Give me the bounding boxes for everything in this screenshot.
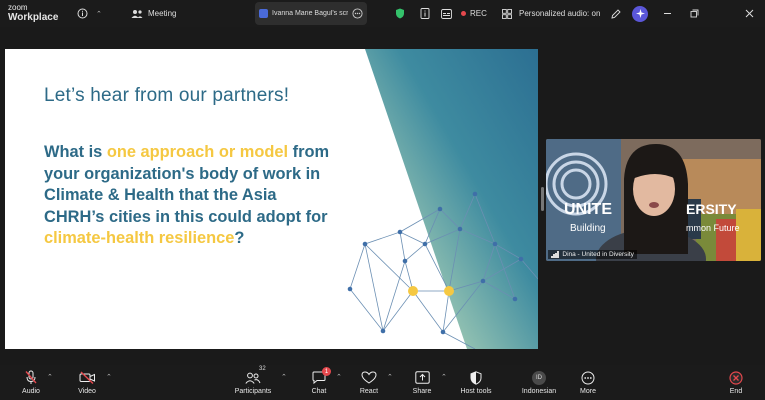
end-label: End bbox=[729, 388, 743, 395]
personalized-audio-toggle[interactable]: Personalized audio: on bbox=[502, 0, 600, 27]
language-icon-wrap: ID bbox=[532, 369, 546, 386]
recording-indicator[interactable]: REC bbox=[461, 0, 487, 27]
restore-icon bbox=[690, 9, 699, 18]
participant-name: Dina - United in Diversity bbox=[562, 251, 634, 258]
participants-count: 32 bbox=[259, 366, 266, 372]
security-button[interactable] bbox=[395, 0, 405, 27]
chat-badge: 1 bbox=[322, 367, 331, 376]
more-label: More bbox=[580, 388, 596, 395]
highlight-node bbox=[408, 286, 418, 296]
chat-icon: 1 bbox=[312, 367, 331, 386]
host-tools-button[interactable]: Host tools bbox=[451, 369, 501, 395]
audio-label: Audio bbox=[22, 388, 40, 395]
minimize-icon bbox=[663, 9, 672, 18]
grid-icon bbox=[502, 8, 512, 19]
participants-label: Participants bbox=[234, 388, 272, 395]
highlight-node bbox=[444, 286, 454, 296]
more-options-icon[interactable] bbox=[352, 8, 363, 19]
top-bar: zoom Workplace ⌃ Meeting Ivanna Marie Ba… bbox=[0, 0, 765, 27]
ai-companion-button[interactable] bbox=[632, 0, 648, 27]
meeting-details-button[interactable] bbox=[420, 0, 430, 27]
banner-text: UNITE bbox=[564, 201, 612, 218]
meeting-tab-label: Meeting bbox=[148, 9, 177, 18]
meeting-stage: Let’s hear from our partners! What is on… bbox=[0, 27, 765, 365]
banner-text: mmon Future bbox=[686, 223, 740, 233]
zoom-logo: zoom Workplace bbox=[8, 3, 58, 23]
panel-resize-handle[interactable] bbox=[541, 187, 544, 211]
video-options-caret[interactable]: ⌃ bbox=[106, 373, 112, 381]
video-frame: UNITE ERSITY Building mmon Future bbox=[546, 139, 761, 261]
meeting-toolbar: Audio ⌃ Video ⌃ 32 Participants ⌃ 1 Chat… bbox=[0, 365, 765, 400]
participant-video-tile[interactable]: UNITE ERSITY Building mmon Future Dina -… bbox=[546, 139, 761, 261]
language-label: Indonesian bbox=[521, 388, 557, 395]
rec-label: REC bbox=[470, 9, 487, 18]
end-button[interactable]: End bbox=[711, 369, 761, 395]
more-icon bbox=[581, 369, 595, 386]
personalized-audio-label: Personalized audio: on bbox=[519, 9, 601, 18]
slide-title: Let’s hear from our partners! bbox=[44, 85, 290, 106]
banner-text: ERSITY bbox=[686, 201, 737, 217]
screen-share-tab-label: Ivanna Marie Bagul's scr bbox=[272, 10, 348, 17]
end-icon bbox=[729, 369, 743, 386]
shield-icon bbox=[470, 369, 482, 386]
question-text: ? bbox=[234, 229, 245, 247]
share-label: Share bbox=[412, 388, 432, 395]
audio-options-caret[interactable]: ⌃ bbox=[47, 373, 53, 381]
participants-icon: 32 bbox=[245, 366, 266, 386]
meeting-tab[interactable]: Meeting bbox=[131, 0, 176, 27]
react-label: React bbox=[359, 388, 379, 395]
chat-label: Chat bbox=[311, 388, 327, 395]
banner-text: Building bbox=[570, 223, 606, 234]
screen-share-tab[interactable]: Ivanna Marie Bagul's scr bbox=[255, 2, 367, 25]
close-button[interactable] bbox=[745, 0, 754, 27]
more-button[interactable]: More bbox=[563, 369, 613, 395]
heart-icon bbox=[361, 369, 377, 386]
document-info-icon bbox=[420, 8, 430, 19]
language-code-icon: ID bbox=[532, 370, 546, 385]
muted-mic-icon bbox=[24, 369, 38, 386]
logo-line2: Workplace bbox=[8, 12, 59, 23]
shared-slide: Let’s hear from our partners! What is on… bbox=[5, 49, 538, 349]
people-icon bbox=[131, 9, 143, 19]
meeting-info-button[interactable]: ⌃ bbox=[77, 0, 102, 27]
close-icon bbox=[745, 9, 754, 18]
video-label: Video bbox=[78, 388, 96, 395]
pen-icon bbox=[611, 8, 621, 19]
language-button[interactable]: ID Indonesian bbox=[514, 369, 564, 395]
participants-button[interactable]: 32 Participants bbox=[228, 366, 278, 395]
share-button[interactable]: Share bbox=[397, 369, 447, 395]
share-screen-icon bbox=[414, 369, 430, 386]
slide-question: What is one approach or model from your … bbox=[44, 142, 334, 250]
sparkle-icon bbox=[632, 5, 648, 22]
react-options-caret[interactable]: ⌃ bbox=[387, 373, 393, 381]
restore-button[interactable] bbox=[690, 0, 699, 27]
signal-bars-icon bbox=[551, 251, 559, 258]
record-dot-icon bbox=[461, 11, 466, 16]
share-tab-icon bbox=[259, 9, 268, 18]
question-highlight: climate-health resilience bbox=[44, 229, 235, 247]
captions-button[interactable] bbox=[441, 0, 452, 27]
minimize-button[interactable] bbox=[663, 0, 672, 27]
question-text: What is bbox=[44, 143, 107, 161]
chevron-down-icon[interactable]: ⌃ bbox=[96, 10, 102, 18]
shield-icon bbox=[395, 8, 405, 19]
captions-icon bbox=[441, 8, 452, 19]
info-icon bbox=[77, 8, 88, 19]
host-tools-label: Host tools bbox=[460, 388, 492, 395]
question-highlight: one approach or model bbox=[106, 143, 289, 161]
chat-options-caret[interactable]: ⌃ bbox=[336, 373, 342, 381]
share-options-caret[interactable]: ⌃ bbox=[441, 373, 447, 381]
video-button[interactable]: Video bbox=[62, 369, 112, 395]
participants-options-caret[interactable]: ⌃ bbox=[281, 373, 287, 381]
annotate-button[interactable] bbox=[611, 0, 621, 27]
video-off-icon bbox=[79, 369, 96, 386]
participant-name-label: Dina - United in Diversity bbox=[548, 250, 637, 259]
